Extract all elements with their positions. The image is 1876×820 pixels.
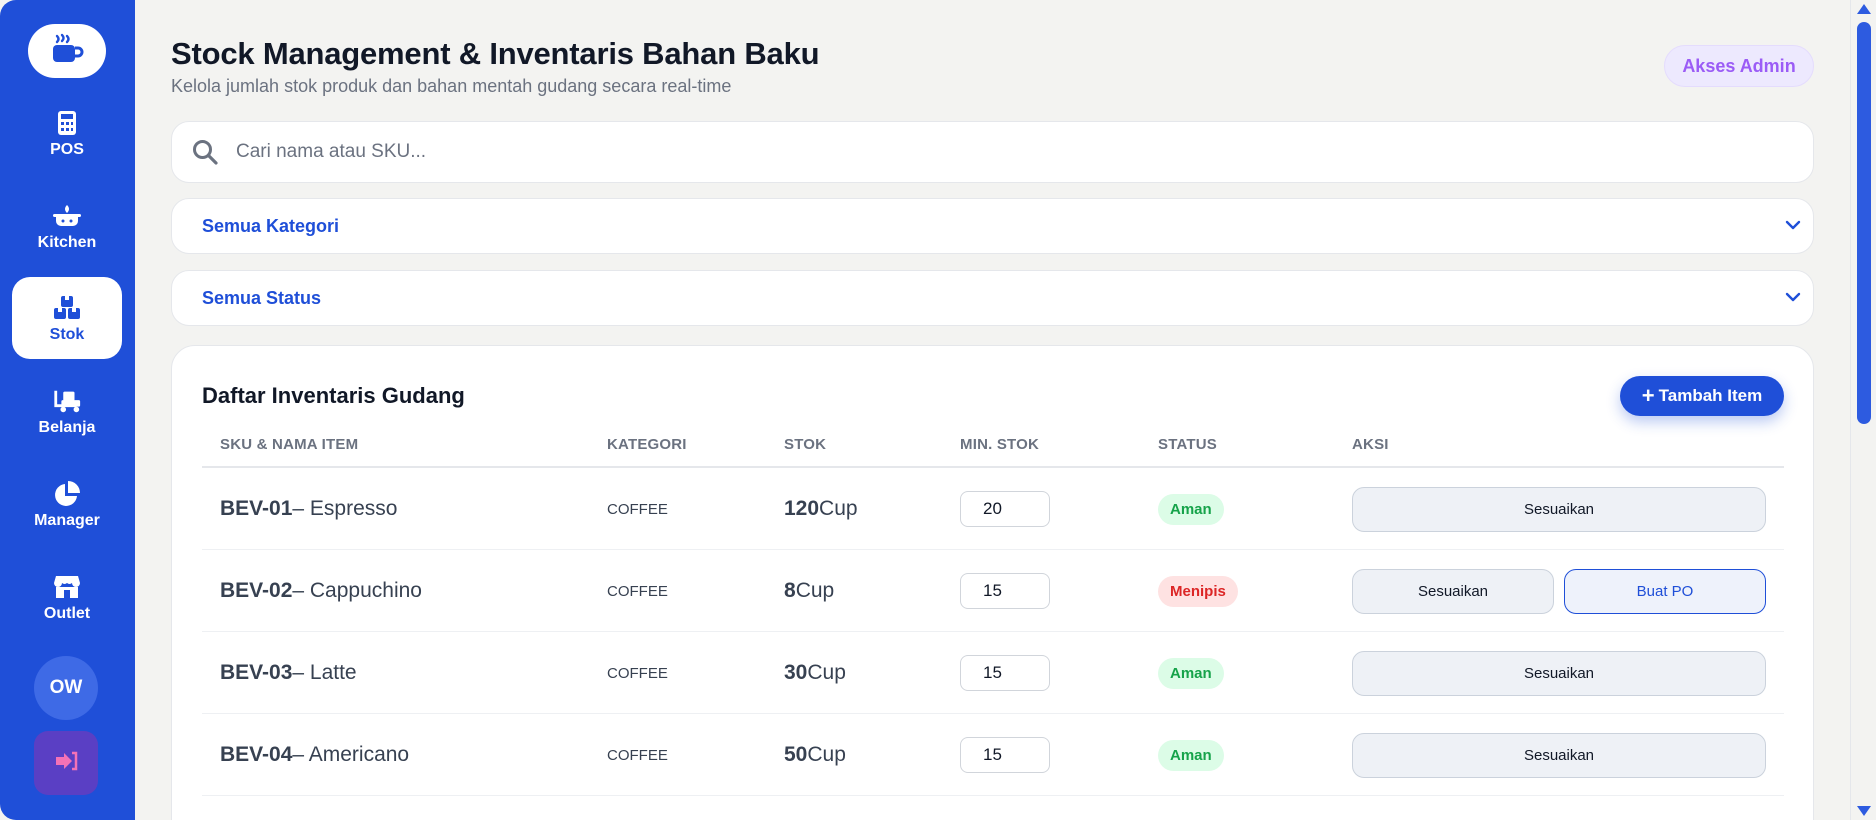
plus-icon: + xyxy=(1641,383,1655,408)
store-icon xyxy=(52,572,82,602)
item-stock-value: 120 xyxy=(784,497,820,520)
item-category: COFFEE xyxy=(607,664,668,682)
sidebar-item-belanja[interactable]: Belanja xyxy=(12,370,122,452)
sidebar-item-outlet[interactable]: Outlet xyxy=(12,556,122,638)
status-badge: Aman xyxy=(1158,493,1224,525)
pie-chart-icon xyxy=(52,479,82,509)
status-filter-select[interactable]: Semua Status xyxy=(171,270,1814,326)
item-stock-value: 8 xyxy=(784,579,796,602)
sidebar-item-pos[interactable]: POS xyxy=(12,92,122,174)
sidebar-item-label: POS xyxy=(50,140,84,158)
min-stock-input[interactable] xyxy=(960,655,1050,691)
sidebar-item-label: Manager xyxy=(34,511,100,529)
scroll-up-arrow-icon[interactable] xyxy=(1857,4,1871,14)
logout-button[interactable] xyxy=(34,731,98,795)
logout-icon xyxy=(54,751,78,776)
item-category: COFFEE xyxy=(607,746,668,764)
column-header-min-stock: MIN. STOK xyxy=(960,436,1040,453)
min-stock-input[interactable] xyxy=(960,491,1050,527)
item-stock-unit: Cup xyxy=(807,661,846,684)
sidebar-item-label: Kitchen xyxy=(37,233,97,251)
sidebar-item-label: Outlet xyxy=(43,604,91,622)
table-row: BEV-04 – Americano COFFEE 50 Cup Aman Se… xyxy=(202,714,1784,796)
app-logo[interactable] xyxy=(28,24,106,78)
page-subtitle: Kelola jumlah stok produk dan bahan ment… xyxy=(171,76,732,96)
min-stock-input[interactable] xyxy=(960,573,1050,609)
item-stock-unit: Cup xyxy=(819,497,858,520)
item-sku-name: BEV-03 – Latte xyxy=(220,632,357,714)
status-badge: Aman xyxy=(1158,657,1224,689)
chevron-down-icon xyxy=(1785,289,1801,307)
truck-icon xyxy=(52,386,82,416)
scroll-down-arrow-icon[interactable] xyxy=(1857,806,1871,816)
sidebar: POS Kitchen Stok Belanja Manager Outlet … xyxy=(0,0,135,820)
item-stock-value: 50 xyxy=(784,743,808,766)
sidebar-item-label: Belanja xyxy=(38,418,96,436)
item-stock: 120 Cup xyxy=(784,468,858,550)
column-header-actions: AKSI xyxy=(1352,436,1389,453)
cooking-pot-icon xyxy=(52,201,82,231)
item-sku: BEV-04 xyxy=(220,743,293,766)
status-badge: Aman xyxy=(1158,739,1224,771)
category-filter-select[interactable]: Semua Kategori xyxy=(171,198,1814,254)
item-sku-name: BEV-01 – Espresso xyxy=(220,468,397,550)
item-stock: 50 Cup xyxy=(784,714,846,796)
search-bar xyxy=(171,121,1814,183)
column-header-category: KATEGORI xyxy=(607,436,687,453)
table-header: SKU & NAMA ITEM KATEGORI STOK MIN. STOK … xyxy=(202,416,1784,468)
inventory-title: Daftar Inventaris Gudang xyxy=(202,383,465,408)
boxes-icon xyxy=(52,293,82,323)
page-title: Stock Management & Inventaris Bahan Baku xyxy=(171,36,820,71)
item-stock: 30 Cup xyxy=(784,632,846,714)
column-header-status: STATUS xyxy=(1158,436,1217,453)
calculator-icon xyxy=(52,108,82,138)
item-sku: BEV-01 xyxy=(220,497,293,520)
add-item-label: Tambah Item xyxy=(1658,386,1763,405)
inventory-card: Daftar Inventaris Gudang + Tambah Item S… xyxy=(171,345,1814,820)
table-row: BEV-02 – Cappuchino COFFEE 8 Cup Menipis… xyxy=(202,550,1784,632)
search-icon xyxy=(192,137,222,167)
adjust-button[interactable]: Sesuaikan xyxy=(1352,650,1766,696)
item-stock-unit: Cup xyxy=(807,743,846,766)
item-name: – Americano xyxy=(292,743,410,766)
scrollbar-thumb[interactable] xyxy=(1857,22,1871,424)
table-row: BEV-01 – Espresso COFFEE 120 Cup Aman Se… xyxy=(202,468,1784,550)
column-header-sku: SKU & NAMA ITEM xyxy=(220,436,359,453)
sidebar-item-label: Stok xyxy=(49,325,85,343)
min-stock-input[interactable] xyxy=(960,737,1050,773)
vertical-scrollbar[interactable] xyxy=(1850,0,1876,820)
adjust-button[interactable]: Sesuaikan xyxy=(1352,732,1766,778)
item-name: – Cappuchino xyxy=(292,579,422,602)
category-filter-value: Semua Kategori xyxy=(202,215,340,236)
search-input[interactable] xyxy=(236,141,1736,163)
item-name: – Espresso xyxy=(292,497,398,520)
status-badge: Menipis xyxy=(1158,575,1238,607)
chevron-down-icon xyxy=(1785,217,1801,235)
item-stock-value: 30 xyxy=(784,661,808,684)
item-sku: BEV-02 xyxy=(220,579,293,602)
item-stock-unit: Cup xyxy=(795,579,835,602)
avatar[interactable]: OW xyxy=(34,656,98,720)
item-sku: BEV-03 xyxy=(220,661,293,684)
item-sku-name: BEV-02 – Cappuchino xyxy=(220,550,422,632)
column-header-stock: STOK xyxy=(784,436,827,453)
table-row: BEV-03 – Latte COFFEE 30 Cup Aman Sesuai… xyxy=(202,632,1784,714)
status-filter-value: Semua Status xyxy=(202,287,322,308)
add-item-button[interactable]: + Tambah Item xyxy=(1620,376,1784,416)
item-sku-name: BEV-04 – Americano xyxy=(220,714,409,796)
sidebar-item-stok[interactable]: Stok xyxy=(12,277,122,359)
item-category: COFFEE xyxy=(607,500,668,518)
item-name: – Latte xyxy=(292,661,357,684)
admin-access-badge[interactable]: Akses Admin xyxy=(1664,45,1814,87)
item-category: COFFEE xyxy=(607,582,668,600)
adjust-button[interactable]: Sesuaikan xyxy=(1352,568,1554,614)
sidebar-item-kitchen[interactable]: Kitchen xyxy=(12,185,122,267)
adjust-button[interactable]: Sesuaikan xyxy=(1352,486,1766,532)
coffee-cup-icon xyxy=(49,32,85,71)
sidebar-item-manager[interactable]: Manager xyxy=(12,463,122,545)
item-stock: 8 Cup xyxy=(784,550,834,632)
create-po-button[interactable]: Buat PO xyxy=(1564,568,1766,614)
